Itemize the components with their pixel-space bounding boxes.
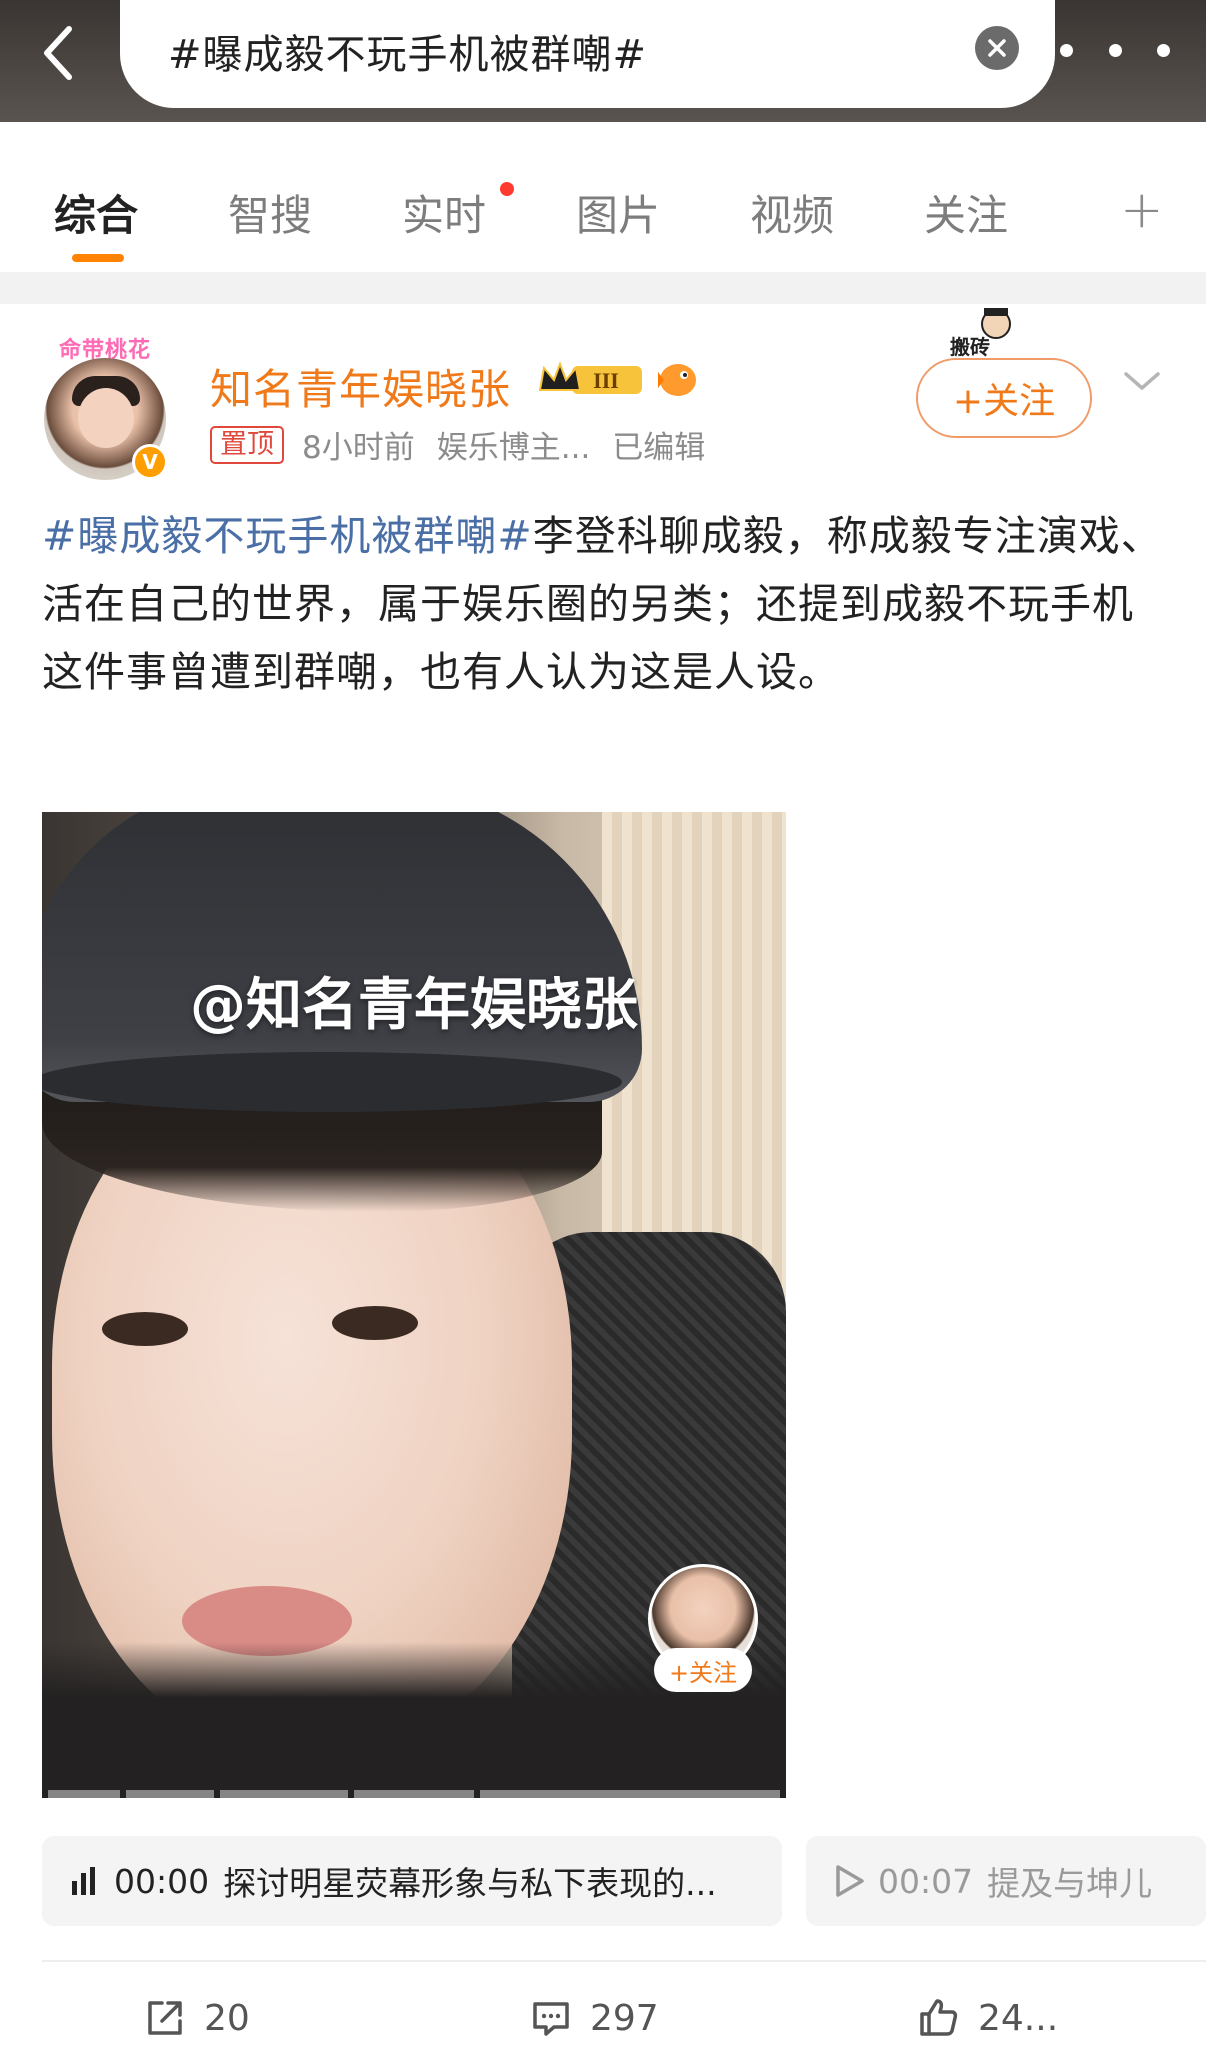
progress-segment (126, 1790, 214, 1798)
chapter-title: 探讨明星荧幕形象与私下表现的... (223, 1864, 717, 1903)
user-name[interactable]: 知名青年娱晓张 (210, 356, 511, 417)
edited-label[interactable]: 已编辑 (612, 422, 705, 467)
thumbs-up-icon (920, 1999, 958, 2036)
progress-segment (48, 1790, 120, 1798)
tab-videos[interactable]: 视频 (750, 182, 834, 243)
video-player[interactable]: @知名青年娱晓张 +关注 (42, 812, 786, 1798)
search-input[interactable]: #曝成毅不玩手机被群嘲# (120, 0, 1055, 108)
user-category: 娱乐博主... (436, 430, 591, 466)
user-avatar[interactable]: 命带桃花 V (38, 332, 172, 482)
search-query: #曝成毅不玩手机被群嘲# (168, 32, 648, 78)
section-divider (0, 272, 1206, 304)
action-divider (42, 1960, 1206, 1962)
search-tabs: 综合 智搜 实时 图片 视频 关注 + (0, 122, 1206, 272)
post-time: 8小时前 (302, 430, 415, 466)
repost-count: 20 (204, 1997, 250, 2039)
fish-badge-icon (658, 364, 696, 396)
close-icon (988, 39, 1006, 57)
more-dot-icon (1060, 43, 1073, 57)
crown-level-icon: III (538, 361, 642, 394)
comment-icon (533, 2002, 569, 2036)
more-dot-icon (1108, 43, 1122, 57)
like-count: 24... (978, 1997, 1059, 2039)
follow-button[interactable]: +关注 (916, 358, 1092, 438)
like-button[interactable]: 24... (916, 1978, 1058, 2058)
comment-button[interactable]: 297 (530, 1978, 659, 2058)
hashtag-link[interactable]: #曝成毅不玩手机被群嘲# (42, 512, 533, 560)
avatar-face (78, 388, 134, 448)
tab-images[interactable]: 图片 (576, 182, 660, 243)
repost-button[interactable]: 20 (144, 1978, 250, 2058)
post-content: #曝成毅不玩手机被群嘲#李登科聊成毅，称成毅专注演戏、活在自己的世界，属于娱乐圈… (42, 502, 1172, 706)
level-badge-text: III (593, 368, 619, 393)
more-dot-icon (1157, 43, 1170, 57)
video-eye (102, 1312, 188, 1346)
follow-sticker-text: 搬砖 (950, 335, 990, 358)
video-chapter-2[interactable]: 00:07 提及与坤儿 (806, 1836, 1206, 1926)
video-chapter-1[interactable]: 00:00 探讨明星荧幕形象与私下表现的... (42, 1836, 782, 1926)
follow-sticker-icon: 搬砖 (950, 308, 1011, 358)
chapter-time: 00:07 (878, 1861, 974, 1901)
share-icon (148, 2001, 182, 2035)
video-cap-brim (42, 1052, 622, 1112)
video-eye (332, 1306, 418, 1340)
tab-following[interactable]: 关注 (924, 182, 1008, 243)
verified-badge-icon: V (132, 444, 168, 480)
add-tab-icon[interactable]: + (1120, 180, 1164, 240)
post-meta: 置顶 8小时前 娱乐博主... 已编辑 (210, 422, 705, 467)
tab-comprehensive[interactable]: 综合 (54, 182, 138, 243)
progress-segment (480, 1790, 780, 1798)
video-progress-bar[interactable] (48, 1790, 786, 1798)
chapter-title: 提及与坤儿 (987, 1864, 1153, 1903)
tab-realtime[interactable]: 实时 (402, 182, 486, 243)
progress-segment (220, 1790, 348, 1798)
video-watermark: @知名青年娱晓张 (190, 973, 638, 1038)
comment-count: 297 (590, 1997, 659, 2039)
chevron-down-icon[interactable] (1122, 366, 1162, 396)
top-bar: #曝成毅不玩手机被群嘲# (0, 0, 1206, 122)
chapter-time: 00:00 (114, 1861, 210, 1901)
play-icon (836, 1865, 864, 1897)
more-options-button[interactable] (1060, 28, 1170, 72)
video-follow-button[interactable]: +关注 (654, 1648, 752, 1692)
back-button[interactable] (28, 18, 88, 88)
progress-segment (354, 1790, 474, 1798)
active-tab-indicator (72, 254, 124, 262)
pinned-tag: 置顶 (210, 425, 284, 464)
new-dot-icon (500, 182, 514, 196)
audio-wave-icon (72, 1867, 95, 1895)
tab-smart-search[interactable]: 智搜 (228, 182, 312, 243)
clear-search-button[interactable] (975, 26, 1019, 70)
weibo-post: 命带桃花 V 知名青年娱晓张 III 置顶 8小时前 娱乐博主... 已编辑 搬… (0, 304, 1206, 2047)
chevron-left-icon (44, 26, 72, 80)
